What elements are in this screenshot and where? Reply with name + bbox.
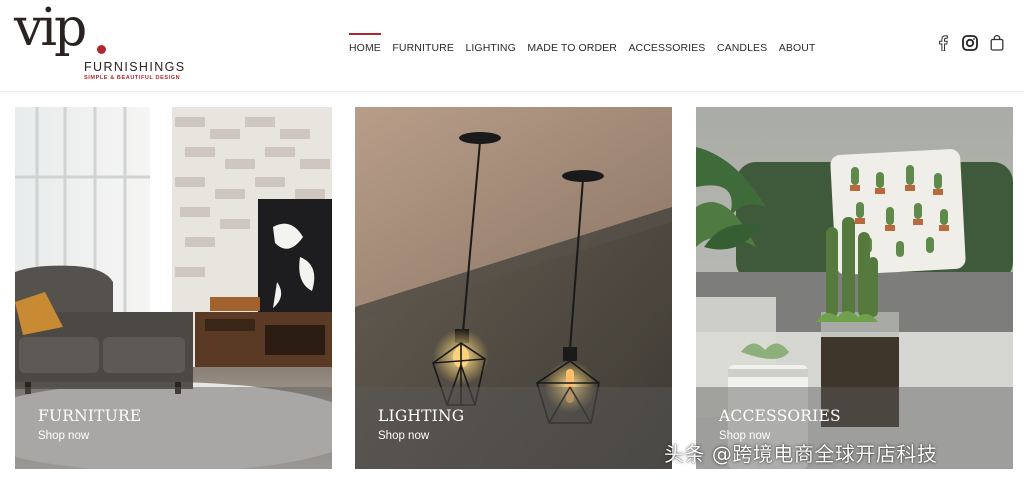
card-title: LIGHTING	[378, 407, 465, 425]
category-card-furniture[interactable]: FURNITURE Shop now	[15, 107, 332, 469]
facebook-icon[interactable]	[934, 34, 952, 52]
card-title: FURNITURE	[38, 407, 142, 425]
nav-item-about[interactable]: ABOUT	[779, 38, 816, 54]
nav-item-furniture[interactable]: FURNITURE	[392, 38, 454, 54]
nav-item-candles[interactable]: CANDLES	[717, 38, 767, 54]
logo-mark: vip	[14, 0, 87, 58]
category-card-lighting[interactable]: LIGHTING Shop now	[355, 107, 672, 469]
nav-item-lighting[interactable]: LIGHTING	[465, 38, 515, 54]
site-header: vip FURNISHINGS SIMPLE & BEAUTIFUL DESIG…	[0, 0, 1024, 92]
instagram-icon[interactable]	[961, 34, 979, 52]
card-caption: LIGHTING Shop now	[355, 387, 672, 469]
logo-name: FURNISHINGS	[84, 60, 186, 74]
logo-tagline: SIMPLE & BEAUTIFUL DESIGN	[84, 75, 181, 81]
card-caption: FURNITURE Shop now	[15, 387, 332, 469]
watermark-text: 头条 @跨境电商全球开店科技	[664, 442, 938, 466]
nav-item-made-to-order[interactable]: MADE TO ORDER	[527, 38, 617, 54]
shopping-bag-icon[interactable]	[988, 34, 1006, 52]
nav-item-accessories[interactable]: ACCESSORIES	[628, 38, 705, 54]
brand-logo[interactable]: vip FURNISHINGS SIMPLE & BEAUTIFUL DESIG…	[14, 2, 186, 86]
header-icons	[925, 34, 1006, 52]
shop-now-link[interactable]: Shop now	[38, 430, 89, 442]
card-title: ACCESSORIES	[719, 407, 841, 425]
nav-item-home[interactable]: HOME	[349, 33, 381, 54]
main-nav: HOME FURNITURE LIGHTING MADE TO ORDER AC…	[349, 29, 827, 63]
shop-now-link[interactable]: Shop now	[378, 430, 429, 442]
logo-dot	[97, 45, 106, 54]
category-card-accessories[interactable]: ACCESSORIES Shop now	[696, 107, 1013, 469]
